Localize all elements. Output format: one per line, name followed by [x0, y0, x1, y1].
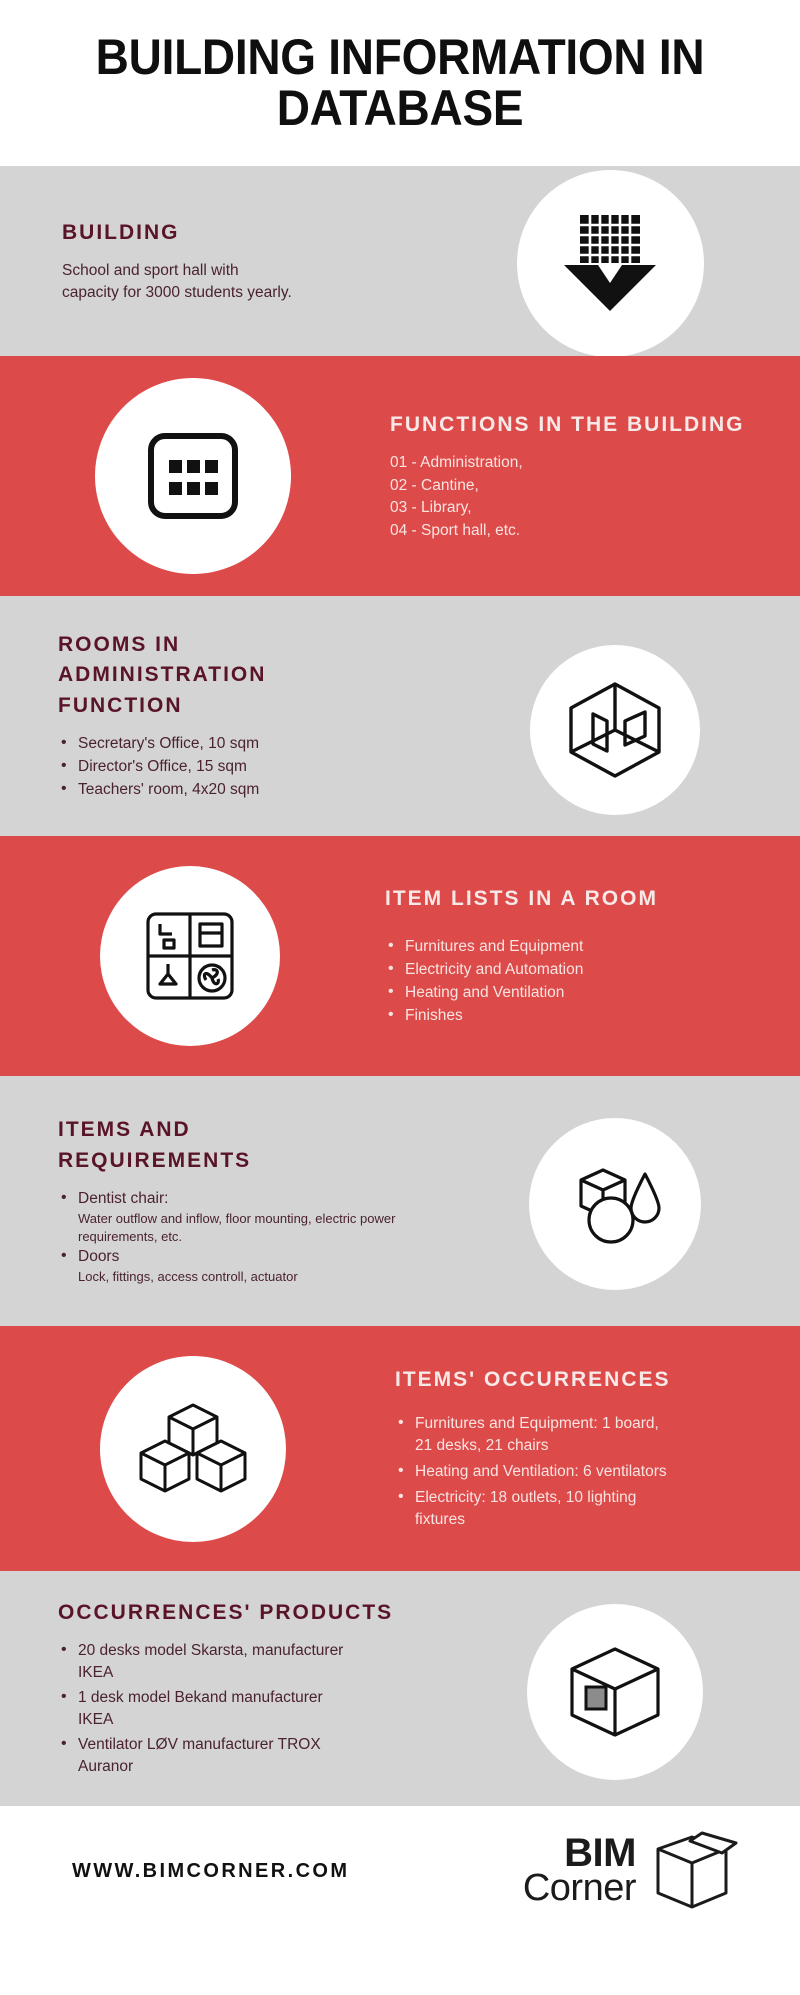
- logo-text: BIM Corner: [522, 1834, 637, 1909]
- list-item-sub: Lock, fittings, access controll, actuato…: [78, 1269, 298, 1285]
- products-list: 20 desks model Skarsta, manufacturer IKE…: [58, 1639, 348, 1778]
- website-url[interactable]: WWW.BIMCORNER.COM: [72, 1860, 349, 1883]
- list-item: 1 desk model Bekand manufacturer IKEA: [58, 1686, 348, 1731]
- list-item: 03 - Library,: [390, 499, 472, 517]
- poster-header: BUILDING INFORMATION IN DATABASE: [0, 0, 800, 166]
- list-item: Teachers' room, 4x20 sqm: [58, 778, 420, 801]
- grid-panel-icon: [94, 378, 291, 574]
- room-equipment-icon: [100, 866, 280, 1046]
- open-box-icon: [644, 1823, 740, 1920]
- list-item: Furnitures and Equipment: [385, 935, 772, 958]
- list-item: 04 - Sport hall, etc.: [390, 521, 521, 539]
- list-item: Director's Office, 15 sqm: [58, 755, 420, 778]
- section-items-requirements-title: ITEMS AND REQUIREMENTS: [58, 1118, 252, 1172]
- infographic-poster: BUILDING INFORMATION IN DATABASE BUILDIN…: [0, 0, 800, 1995]
- shapes-icon: [529, 1118, 701, 1290]
- list-item: Secretary's Office, 10 sqm: [58, 732, 420, 755]
- section-items-requirements-text: ITEMS AND REQUIREMENTS Dentist chair: Wa…: [0, 1115, 430, 1286]
- page-title: BUILDING INFORMATION IN DATABASE: [95, 28, 705, 136]
- section-item-lists-title: ITEM LISTS IN A ROOM: [385, 886, 658, 910]
- section-functions-text: FUNCTIONS IN THE BUILDING 01 - Administr…: [385, 410, 800, 542]
- list-item: 20 desks model Skarsta, manufacturer IKE…: [58, 1639, 348, 1684]
- section-building: BUILDING School and sport hall with capa…: [0, 166, 800, 357]
- section-item-lists: ITEM LISTS IN A ROOM Furnitures and Equi…: [0, 836, 800, 1076]
- item-lists-list: Furnitures and Equipment Electricity and…: [385, 935, 772, 1027]
- section-occurrences-icon-wrap: [0, 1355, 385, 1542]
- list-item: 02 - Cantine,: [390, 476, 479, 494]
- section-rooms-text: ROOMS IN ADMINISTRATION FUNCTION Secreta…: [0, 630, 430, 802]
- section-building-text: BUILDING School and sport hall with capa…: [0, 218, 420, 304]
- list-item: Doors Lock, fittings, access controll, a…: [58, 1245, 424, 1285]
- section-functions-icon-wrap: [0, 378, 385, 574]
- functions-list: 01 - Administration, 02 - Cantine, 03 - …: [390, 452, 770, 542]
- list-item: Dentist chair: Water outflow and inflow,…: [58, 1187, 424, 1245]
- list-item-label: Dentist chair:: [78, 1190, 169, 1208]
- section-products-text: OCCURRENCES' PRODUCTS 20 desks model Ska…: [0, 1598, 430, 1779]
- list-item: 01 - Administration,: [390, 454, 523, 472]
- building-arrow-icon: [516, 169, 704, 357]
- section-occurrences-text: ITEMS' OCCURRENCES Furnitures and Equipm…: [385, 1365, 800, 1532]
- list-item: Ventilator LØV manufacturer TROX Auranor: [58, 1733, 348, 1778]
- list-item: Furnitures and Equipment: 1 board, 21 de…: [395, 1412, 675, 1457]
- section-rooms-title: ROOMS IN ADMINISTRATION FUNCTION: [58, 632, 267, 717]
- section-item-lists-icon-wrap: [0, 866, 380, 1046]
- bim-corner-logo[interactable]: BIM Corner: [523, 1823, 740, 1920]
- poster-footer: WWW.BIMCORNER.COM BIM Corner: [0, 1806, 800, 1936]
- stacked-cubes-icon: [99, 1355, 286, 1542]
- list-item: Heating and Ventilation: 6 ventilators: [395, 1460, 675, 1483]
- section-functions-title: FUNCTIONS IN THE BUILDING: [390, 412, 745, 436]
- list-item-sub: Water outflow and inflow, floor mounting…: [78, 1211, 396, 1244]
- occurrences-list: Furnitures and Equipment: 1 board, 21 de…: [395, 1412, 675, 1531]
- section-products-title: OCCURRENCES' PRODUCTS: [58, 1600, 394, 1624]
- section-building-icon-wrap: [420, 166, 800, 357]
- section-items-requirements: ITEMS AND REQUIREMENTS Dentist chair: Wa…: [0, 1076, 800, 1326]
- logo-corner-text: Corner: [522, 1866, 637, 1909]
- section-building-title: BUILDING: [62, 220, 180, 244]
- section-item-lists-text: ITEM LISTS IN A ROOM Furnitures and Equi…: [380, 884, 800, 1028]
- list-item-label: Doors: [78, 1248, 120, 1266]
- section-products-icon-wrap: [430, 1598, 800, 1780]
- section-rooms: ROOMS IN ADMINISTRATION FUNCTION Secreta…: [0, 596, 800, 836]
- list-item: Finishes: [385, 1004, 772, 1027]
- rooms-list: Secretary's Office, 10 sqm Director's Of…: [58, 732, 420, 801]
- section-items-requirements-icon-wrap: [430, 1112, 800, 1290]
- product-box-icon: [527, 1603, 703, 1780]
- section-occurrences: ITEMS' OCCURRENCES Furnitures and Equipm…: [0, 1326, 800, 1571]
- section-building-paragraph: School and sport hall with capacity for …: [62, 262, 292, 302]
- list-item: Electricity: 18 outlets, 10 lighting fix…: [395, 1486, 675, 1531]
- list-item: Heating and Ventilation: [385, 981, 772, 1004]
- section-functions: FUNCTIONS IN THE BUILDING 01 - Administr…: [0, 356, 800, 596]
- section-occurrences-title: ITEMS' OCCURRENCES: [395, 1367, 671, 1391]
- section-products: OCCURRENCES' PRODUCTS 20 desks model Ska…: [0, 1571, 800, 1806]
- section-rooms-icon-wrap: [430, 617, 800, 815]
- isometric-room-icon: [530, 645, 700, 815]
- list-item: Electricity and Automation: [385, 958, 772, 981]
- items-requirements-list: Dentist chair: Water outflow and inflow,…: [58, 1187, 424, 1285]
